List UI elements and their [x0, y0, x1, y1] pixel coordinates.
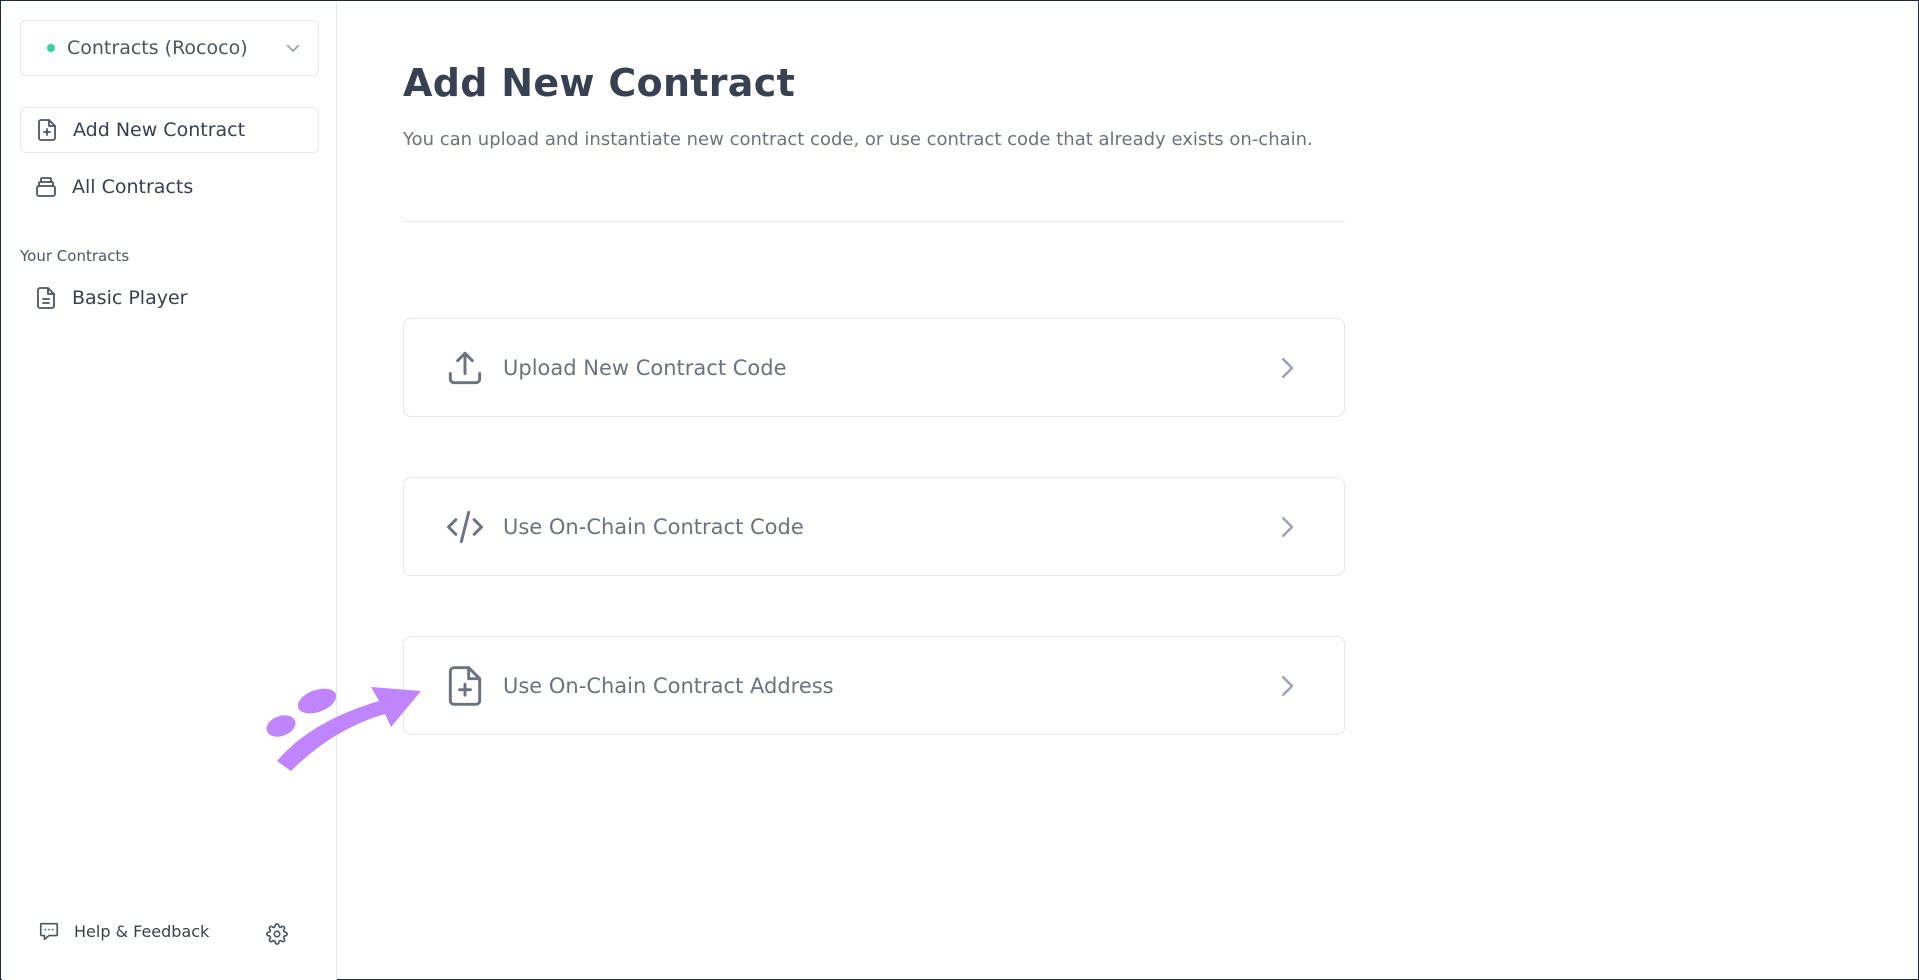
divider — [403, 221, 1345, 222]
collection-icon — [34, 175, 58, 199]
chevron-down-icon — [284, 39, 302, 61]
option-use-on-chain-contract-address[interactable]: Use On-Chain Contract Address — [403, 636, 1345, 735]
chat-alt-icon — [38, 920, 60, 942]
option-label: Use On-Chain Contract Code — [503, 514, 804, 539]
pointer-arrow-icon — [261, 661, 431, 780]
page-description: You can upload and instantiate new contr… — [403, 129, 1313, 150]
option-upload-new-contract-code[interactable]: Upload New Contract Code — [403, 318, 1345, 417]
app-window: Contracts (Rococo) Add New Contract All … — [0, 0, 1919, 980]
your-contracts-heading: Your Contracts — [20, 247, 130, 265]
network-label: Contracts (Rococo) — [67, 37, 248, 59]
page-title: Add New Contract — [403, 61, 796, 105]
nav-item-all-contracts[interactable]: All Contracts — [20, 164, 319, 210]
upload-icon — [443, 346, 487, 390]
chevron-right-icon — [1272, 512, 1302, 542]
contract-item-basic-player[interactable]: Basic Player — [20, 275, 319, 321]
network-status-dot — [47, 44, 55, 52]
chevron-right-icon — [1272, 353, 1302, 383]
nav-label: All Contracts — [72, 176, 194, 198]
gear-icon — [266, 923, 288, 945]
document-icon — [34, 286, 58, 310]
help-feedback-link[interactable]: Help & Feedback — [38, 920, 209, 942]
network-selector[interactable]: Contracts (Rococo) — [20, 20, 319, 76]
sidebar-footer: Help & Feedback — [38, 920, 288, 945]
sidebar: Contracts (Rococo) Add New Contract All … — [2, 2, 337, 980]
option-label: Upload New Contract Code — [503, 355, 787, 380]
settings-button[interactable] — [266, 923, 288, 945]
file-plus-icon — [35, 118, 59, 142]
code-icon — [443, 505, 487, 549]
nav-item-add-new-contract[interactable]: Add New Contract — [20, 107, 319, 153]
option-use-on-chain-contract-code[interactable]: Use On-Chain Contract Code — [403, 477, 1345, 576]
contract-label: Basic Player — [72, 287, 188, 309]
help-feedback-label: Help & Feedback — [74, 921, 210, 941]
chevron-right-icon — [1272, 671, 1302, 701]
file-plus-icon — [443, 664, 487, 708]
option-label: Use On-Chain Contract Address — [503, 673, 834, 698]
nav-label: Add New Contract — [73, 119, 246, 141]
